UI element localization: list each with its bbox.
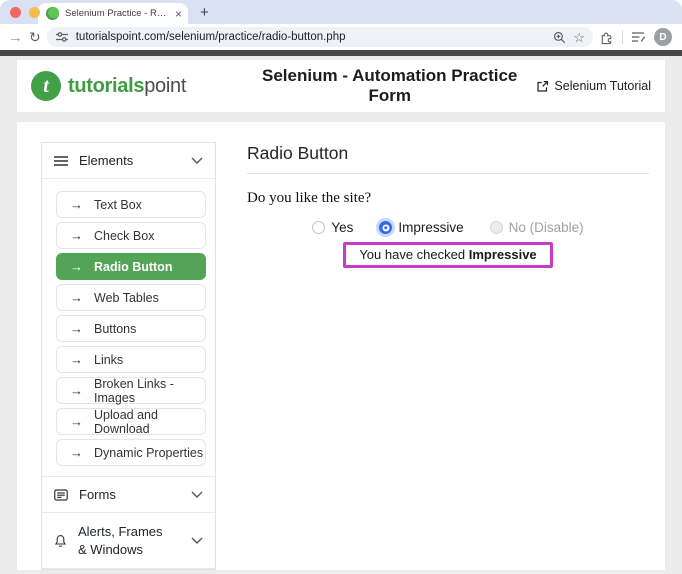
elements-menu: → Text Box → Check Box → Radio Button → Web … [42,179,215,476]
browser-toolbar: → ↻ tutorialspoint.com/selenium/practice… [0,24,682,50]
browser-tab[interactable]: t Selenium Practice - Radio Bu × [38,3,188,24]
sidebar-item-label: Links [94,353,123,367]
tab-strip: t Selenium Practice - Radio Bu × + [0,0,682,24]
logo-text-light: point [144,75,186,97]
sidebar-section-forms[interactable]: Forms [42,476,215,512]
arrow-right-icon: → [70,352,83,367]
radio-impressive-checked[interactable] [379,221,392,234]
radio-option-yes[interactable]: Yes [312,220,353,235]
section-label-alerts: Alerts, Frames & Windows [78,523,174,558]
site-header: t tutorialspoint Selenium - Automation P… [17,60,665,112]
sidebar-item-label: Dynamic Properties [94,446,203,460]
sidebar-item-label: Upload and Download [94,408,205,436]
toolbar-right: D [599,28,674,46]
radio-label-yes: Yes [331,220,353,235]
bell-icon [54,534,67,548]
chevron-down-icon [191,157,203,164]
result-message-annotation-box: You have checked Impressive [343,242,552,268]
content-area: Radio Button Do you like the site? Yes I… [216,122,665,570]
radio-no-disabled [490,221,503,234]
browser-window: t Selenium Practice - Radio Bu × + → ↻ t… [0,0,682,574]
sidebar-item-label: Radio Button [94,260,172,274]
selenium-tutorial-link[interactable]: Selenium Tutorial [536,79,651,93]
hamburger-icon [54,155,68,167]
radio-question: Do you like the site? [247,190,649,207]
profile-avatar[interactable]: D [654,28,672,46]
result-message-value: Impressive [469,247,537,262]
sidebar-item-label: Text Box [94,198,142,212]
zoom-icon[interactable] [553,31,566,44]
arrow-right-icon: → [70,228,83,243]
address-bar[interactable]: tutorialspoint.com/selenium/practice/rad… [47,27,593,47]
external-link-icon [536,80,549,93]
radio-option-no-disabled: No (Disable) [490,220,584,235]
extensions-icon[interactable] [599,30,614,45]
sidebar-item-label: Check Box [94,229,154,243]
minimize-window-button[interactable] [29,7,40,18]
heading-divider [247,173,649,174]
tab-title: Selenium Practice - Radio Bu [65,8,169,19]
arrow-right-icon: → [70,321,83,336]
arrow-right-icon: → [70,414,83,429]
arrow-right-icon: → [70,383,83,398]
logo-text-bold: tutorials [68,75,144,97]
web-page: t tutorialspoint Selenium - Automation P… [0,56,682,570]
traffic-lights [10,7,59,18]
sidebar-item-links[interactable]: → Links [56,346,206,373]
reload-icon[interactable]: ↻ [29,30,41,44]
sidebar: Elements → Text Box → Check Box → Radio But… [41,142,216,570]
sidebar-item-web-tables[interactable]: → Web Tables [56,284,206,311]
radio-yes-unchecked[interactable] [312,221,325,234]
arrow-right-icon: → [70,259,83,274]
section-label-forms: Forms [79,487,116,502]
bookmark-star-icon[interactable]: ☆ [573,31,585,44]
tutorialspoint-logo-icon: t [31,71,61,101]
sidebar-item-label: Web Tables [94,291,159,305]
sidebar-item-label: Buttons [94,322,136,336]
form-icon [54,489,68,501]
sidebar-item-dynamic-properties[interactable]: → Dynamic Properties [56,439,206,466]
radio-label-impressive: Impressive [398,220,463,235]
chevron-down-icon [191,491,203,498]
toolbar-separator [622,30,623,44]
close-window-button[interactable] [10,7,21,18]
sidebar-item-check-box[interactable]: → Check Box [56,222,206,249]
section-label-elements: Elements [79,153,133,168]
fullscreen-window-button[interactable] [48,7,59,18]
tutorialspoint-logo[interactable]: t tutorialspoint [31,71,243,101]
sidebar-divider [42,568,215,569]
arrow-right-icon: → [70,197,83,212]
sidebar-section-alerts[interactable]: Alerts, Frames & Windows [42,512,215,568]
main-panel: Elements → Text Box → Check Box → Radio But… [17,122,665,570]
side-panel-icon[interactable] [631,31,646,43]
forward-icon[interactable]: → [8,30,23,45]
site-settings-icon[interactable] [55,32,69,42]
selenium-tutorial-label: Selenium Tutorial [554,79,651,93]
result-message-row: You have checked Impressive [247,242,649,268]
content-heading: Radio Button [247,143,649,164]
result-message-prefix: You have checked [359,247,468,262]
sidebar-item-buttons[interactable]: → Buttons [56,315,206,342]
arrow-right-icon: → [70,290,83,305]
sidebar-item-upload-download[interactable]: → Upload and Download [56,408,206,435]
sidebar-item-text-box[interactable]: → Text Box [56,191,206,218]
page-title: Selenium - Automation Practice Form [243,66,536,106]
url-text[interactable]: tutorialspoint.com/selenium/practice/rad… [76,31,547,43]
arrow-right-icon: → [70,445,83,460]
sidebar-item-radio-button[interactable]: → Radio Button [56,253,206,280]
sidebar-item-broken-links[interactable]: → Broken Links - Images [56,377,206,404]
tab-close-icon[interactable]: × [175,8,182,20]
new-tab-button[interactable]: + [200,4,209,21]
sidebar-item-label: Broken Links - Images [94,377,205,405]
radio-label-no: No (Disable) [509,220,584,235]
chevron-down-icon [191,537,203,544]
radio-option-impressive[interactable]: Impressive [379,220,463,235]
radio-group: Yes Impressive No (Disable) [247,220,649,235]
sidebar-section-elements[interactable]: Elements [42,143,215,179]
